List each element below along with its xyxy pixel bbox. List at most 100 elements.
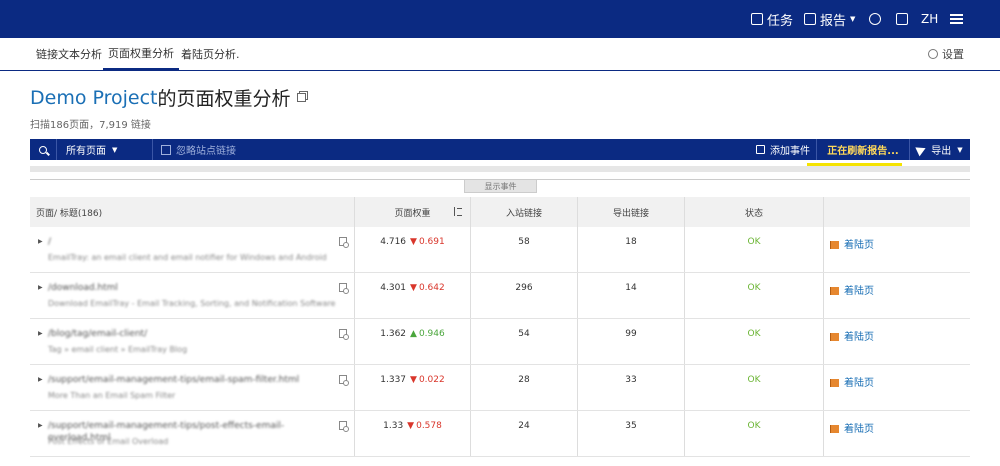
ignore-checkbox[interactable] [161, 144, 171, 155]
status-badge: OK [685, 273, 824, 318]
page-details-icon[interactable] [339, 375, 349, 386]
table-row[interactable]: ▶ /support/email-management-tips/email-sp… [30, 365, 970, 411]
report-icon [804, 13, 816, 25]
landing-page-link[interactable]: 着陆页 [844, 286, 874, 297]
settings-label: 设置 [942, 48, 964, 61]
language-switch[interactable]: ZH [921, 0, 938, 38]
expand-arrow-icon[interactable]: ▶ [38, 422, 43, 429]
copy-icon[interactable] [296, 93, 306, 102]
page-rank-value: 1.33 [383, 421, 404, 431]
page-details-icon[interactable] [339, 237, 349, 248]
page-rank-cell: 1.362 ▲ 0.946 [355, 319, 471, 364]
send-icon [915, 143, 928, 156]
sub-navigation: 链接文本分析 页面权重分析 着陆页分析. 设置 [0, 38, 1000, 71]
status-badge: OK [685, 227, 824, 272]
export-button[interactable]: 导出 ▼ [909, 139, 970, 160]
sort-icon[interactable] [454, 207, 462, 216]
trend-down-icon: ▼ [407, 421, 415, 431]
page-details-icon[interactable] [339, 329, 349, 340]
header-inbound-links[interactable]: 入站链接 [471, 197, 578, 227]
book-icon [896, 13, 908, 25]
flag-icon [830, 425, 839, 433]
outbound-links-value: 99 [578, 319, 685, 364]
chevron-down-icon: ▼ [112, 145, 118, 154]
page-details-icon[interactable] [339, 421, 349, 432]
header-page-rank[interactable]: 页面权重 [355, 197, 471, 227]
page-url[interactable]: /support/email-management-tips/email-spa… [48, 374, 338, 386]
landing-page-action[interactable]: 着陆页 [824, 365, 970, 410]
flag-icon [830, 287, 839, 295]
trend-up-icon: ▲ [410, 329, 417, 339]
page-details-icon[interactable] [339, 283, 349, 294]
page-rank-value: 4.301 [380, 283, 407, 293]
search-button[interactable] [30, 139, 57, 160]
landing-page-link[interactable]: 着陆页 [844, 332, 874, 343]
page-cell: ▶ / EmailTray: an email client and email n… [30, 227, 355, 272]
trend-down-icon: ▼ [410, 237, 417, 247]
landing-page-link[interactable]: 着陆页 [844, 424, 874, 435]
chevron-down-icon: ▼ [957, 145, 963, 154]
help-button[interactable] [896, 0, 912, 38]
expand-arrow-icon[interactable]: ▶ [38, 376, 43, 383]
expand-arrow-icon[interactable]: ▶ [38, 330, 43, 337]
flag-icon [830, 241, 839, 249]
header-status[interactable]: 状态 [685, 197, 824, 227]
outbound-links-value: 35 [578, 411, 685, 456]
header-outbound-links[interactable]: 导出链接 [578, 197, 685, 227]
ignore-site-links-toggle[interactable]: 忽略站点链接 [161, 139, 236, 160]
table-row[interactable]: ▶ /blog/tag/email-client/Tag » email clie… [30, 319, 970, 365]
table-row[interactable]: ▶/support/email-management-tips/post-eff… [30, 411, 970, 457]
table-row[interactable]: ▶ / EmailTray: an email client and email n… [30, 227, 970, 273]
tab-page-rank[interactable]: 页面权重分析 [103, 38, 179, 70]
landing-page-action[interactable]: 着陆页 [824, 319, 970, 364]
pages-filter-dropdown[interactable]: 所有页面 ▼ [57, 139, 153, 160]
show-events-button[interactable]: 显示事件 [464, 180, 537, 193]
landing-page-link[interactable]: 着陆页 [844, 378, 874, 389]
page-description: Post Effects of Email Overload [48, 437, 169, 446]
tasks-label: 任务 [767, 13, 794, 29]
user-button[interactable] [869, 0, 885, 38]
page-rank-cell: 1.337 ▼ 0.022 [355, 365, 471, 410]
menu-button[interactable] [950, 0, 963, 38]
page-description: EmailTray: an email client and email not… [48, 253, 327, 262]
search-icon [39, 145, 47, 154]
tab-landing-pages[interactable]: 着陆页分析. [181, 38, 240, 70]
page-rank-value: 1.362 [380, 329, 407, 339]
tasks-icon [751, 13, 763, 25]
inbound-links-value: 296 [471, 273, 578, 318]
landing-page-action[interactable]: 着陆页 [824, 273, 970, 318]
page-cell: ▶/support/email-management-tips/post-eff… [30, 411, 355, 456]
page-url[interactable]: /download.html [48, 282, 338, 294]
inbound-links-value: 28 [471, 365, 578, 410]
page-rank-cell: 4.716 ▼ 0.691 [355, 227, 471, 272]
flag-icon [830, 379, 839, 387]
expand-arrow-icon[interactable]: ▶ [38, 284, 43, 291]
add-event-button[interactable]: 添加事件 [756, 139, 816, 160]
tab-anchor-text[interactable]: 链接文本分析 [36, 38, 102, 70]
landing-page-action[interactable]: 着陆页 [824, 411, 970, 456]
header-page-rank-label: 页面权重 [394, 208, 431, 219]
project-name[interactable]: Demo Project [30, 87, 158, 109]
inbound-links-value: 24 [471, 411, 578, 456]
events-timeline [30, 166, 970, 172]
status-badge: OK [685, 365, 824, 410]
title-suffix: 的页面权重分析 [157, 88, 291, 110]
settings-button[interactable]: 设置 [928, 38, 964, 70]
page-url[interactable]: / [48, 236, 338, 248]
chevron-down-icon: ▼ [850, 15, 856, 23]
inbound-links-value: 54 [471, 319, 578, 364]
table-row[interactable]: ▶ /download.html Download EmailTray - Emai… [30, 273, 970, 319]
expand-arrow-icon[interactable]: ▶ [38, 238, 43, 245]
trend-down-icon: ▼ [410, 375, 417, 385]
top-bar: 任务 报告 ▼ ZH [0, 0, 1000, 38]
page-url[interactable]: /blog/tag/email-client/ [48, 328, 338, 340]
landing-page-action[interactable]: 着陆页 [824, 227, 970, 272]
table-header: 页面/ 标题(186) 页面权重 入站链接 导出链接 状态 [30, 197, 970, 227]
landing-page-link[interactable]: 着陆页 [844, 240, 874, 251]
report-menu[interactable]: 报告 ▼ [804, 0, 855, 38]
page-cell: ▶ /download.html Download EmailTray - Emai… [30, 273, 355, 318]
tasks-menu[interactable]: 任务 [751, 0, 793, 38]
status-badge: OK [685, 319, 824, 364]
page-description: Tag » email client » EmailTray Blog [48, 345, 188, 354]
header-page-title[interactable]: 页面/ 标题(186) [30, 197, 355, 227]
